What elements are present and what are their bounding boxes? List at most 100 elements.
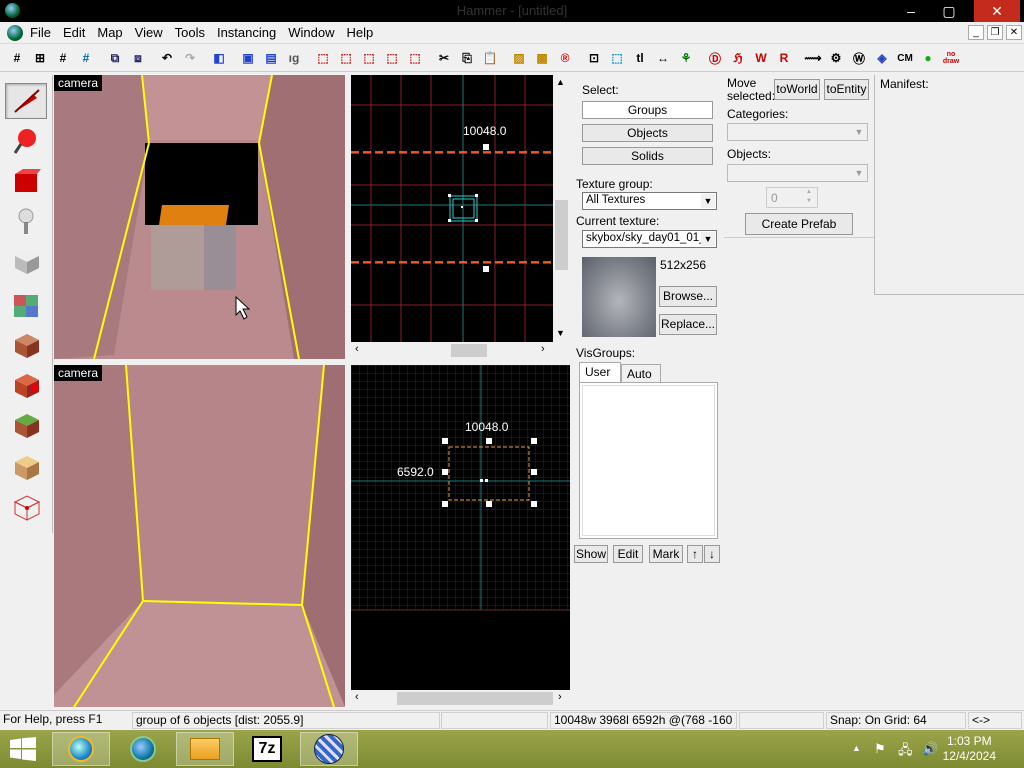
spinner-down-icon[interactable]: ▼ xyxy=(802,198,816,206)
od-icon[interactable]: Ⓓ xyxy=(704,47,726,69)
texture-application-icon[interactable] xyxy=(5,287,47,323)
texture-scale-lock-icon[interactable]: ▩ xyxy=(531,47,553,69)
menu-view[interactable]: View xyxy=(129,22,169,43)
overlay-icon[interactable] xyxy=(5,407,47,443)
radius-icon[interactable]: ® xyxy=(554,47,576,69)
show-hidden-icons-icon[interactable]: ▲ xyxy=(852,743,861,753)
cut-icon[interactable]: ✂ xyxy=(433,47,455,69)
graph-icon[interactable]: ⟿ xyxy=(802,47,824,69)
objects-select[interactable]: ▼ xyxy=(727,164,868,182)
group-icon[interactable]: ⧉ xyxy=(104,47,126,69)
groups-button[interactable]: Groups xyxy=(582,101,713,119)
objects-button[interactable]: Objects xyxy=(582,124,713,142)
ww-icon[interactable]: Ⓦ xyxy=(848,47,870,69)
paste-icon[interactable]: 📋 xyxy=(479,47,501,69)
mdi-minimize-button[interactable]: _ xyxy=(968,25,984,40)
chrome-icon[interactable] xyxy=(114,732,172,766)
select-groups-icon[interactable]: ▣ xyxy=(237,47,259,69)
menu-instancing[interactable]: Instancing xyxy=(211,22,282,43)
count-spinner[interactable]: 0 ▲ ▼ xyxy=(766,187,818,208)
categories-select[interactable]: ▼ xyxy=(727,123,868,141)
top-2d-viewport[interactable]: 10048.0 xyxy=(351,75,553,342)
menu-file[interactable]: File xyxy=(24,22,57,43)
close-button[interactable]: ✕ xyxy=(974,0,1020,22)
to-entity-button[interactable]: toEntity xyxy=(824,79,869,100)
clipping-tool-icon[interactable] xyxy=(5,449,47,485)
selection-tool-icon[interactable] xyxy=(5,83,47,119)
select-solids-icon[interactable]: ıg xyxy=(283,47,305,69)
decal-icon[interactable] xyxy=(5,367,47,403)
spinner-up-icon[interactable]: ▲ xyxy=(802,189,816,197)
menu-edit[interactable]: Edit xyxy=(57,22,91,43)
start-icon[interactable] xyxy=(0,732,46,766)
texture-lock-icon[interactable]: ▨ xyxy=(508,47,530,69)
grid-add-icon[interactable]: # xyxy=(75,47,97,69)
camera-viewport-bottom[interactable]: camera xyxy=(54,365,345,707)
grid-large-icon[interactable]: # xyxy=(52,47,74,69)
texture-group-select[interactable]: All Textures ▼ xyxy=(582,192,717,210)
horizontal-scrollbar[interactable]: ‹ › xyxy=(351,342,553,359)
edit-button[interactable]: Edit xyxy=(613,545,643,563)
select-objects-icon[interactable]: ▤ xyxy=(260,47,282,69)
tab-auto[interactable]: Auto xyxy=(621,364,661,382)
browse-button[interactable]: Browse... xyxy=(659,286,717,307)
cube-icon[interactable]: ◈ xyxy=(871,47,893,69)
vertex-icon[interactable]: ⚘ xyxy=(675,47,697,69)
grid-icon[interactable]: # xyxy=(6,47,28,69)
solids-button[interactable]: Solids xyxy=(582,147,713,165)
menu-window[interactable]: Window xyxy=(282,22,340,43)
internet-explorer-icon[interactable] xyxy=(52,732,110,766)
visgroup-icon[interactable]: ⬚ xyxy=(404,47,426,69)
7zip-icon[interactable]: 7z xyxy=(238,732,296,766)
hide-icon[interactable]: ⬚ xyxy=(312,47,334,69)
horizontal-scrollbar[interactable]: ‹ › xyxy=(351,690,570,707)
move-down-button[interactable]: ↓ xyxy=(704,545,720,563)
ungroup-icon[interactable]: ⧈ xyxy=(127,47,149,69)
current-texture-select[interactable]: skybox/sky_day01_01_ ▼ xyxy=(582,230,717,248)
visgroups-list[interactable] xyxy=(579,382,718,539)
toggle-visible-icon[interactable]: ⬚ xyxy=(381,47,403,69)
carve-icon[interactable]: ◧ xyxy=(208,47,230,69)
block-tool-icon[interactable] xyxy=(5,243,47,279)
redo-icon[interactable]: ↷ xyxy=(179,47,201,69)
selection-box-icon[interactable]: ⊡ xyxy=(583,47,605,69)
apply-texture-icon[interactable] xyxy=(5,327,47,363)
globe-icon[interactable]: ● xyxy=(917,47,939,69)
arrows-icon[interactable]: ↔ xyxy=(652,47,674,69)
magnify-tool-icon[interactable] xyxy=(5,123,47,159)
mark-button[interactable]: Mark xyxy=(649,545,683,563)
scroll-thumb[interactable] xyxy=(397,692,553,705)
vertex-tool-icon[interactable] xyxy=(5,489,47,525)
replace-button[interactable]: Replace... xyxy=(659,314,717,335)
network-icon[interactable]: 🖧 xyxy=(898,741,913,763)
front-2d-viewport[interactable]: 10048.0 6592.0 xyxy=(351,365,570,690)
w-icon[interactable]: W xyxy=(750,47,772,69)
document-icon[interactable] xyxy=(7,25,23,41)
scroll-thumb[interactable] xyxy=(555,200,568,270)
cm-icon[interactable]: CM xyxy=(894,47,916,69)
vertical-scrollbar[interactable]: ▲ ▼ xyxy=(553,75,570,342)
volume-icon[interactable]: 🔊 xyxy=(922,741,938,757)
tab-user[interactable]: User xyxy=(579,362,621,382)
show-icon[interactable]: ⬚ xyxy=(358,47,380,69)
move-up-button[interactable]: ↑ xyxy=(687,545,703,563)
undo-icon[interactable]: ↶ xyxy=(156,47,178,69)
r-icon[interactable]: R xyxy=(773,47,795,69)
file-explorer-icon[interactable] xyxy=(176,732,234,766)
gear-icon[interactable]: ⚙ xyxy=(825,47,847,69)
mdi-restore-button[interactable]: ❐ xyxy=(987,25,1003,40)
no-draw-icon[interactable]: no draw xyxy=(940,47,962,69)
camera-tool-icon[interactable] xyxy=(5,163,47,199)
hide-unselected-icon[interactable]: ⬚ xyxy=(335,47,357,69)
h-icon[interactable]: ℌ xyxy=(727,47,749,69)
create-prefab-button[interactable]: Create Prefab xyxy=(745,213,853,235)
show-button[interactable]: Show xyxy=(574,545,608,563)
copy-icon[interactable]: ⎘ xyxy=(456,47,478,69)
entity-tool-icon[interactable] xyxy=(5,203,47,239)
maximize-button[interactable]: ▢ xyxy=(934,0,964,22)
mdi-close-button[interactable]: ✕ xyxy=(1006,25,1022,40)
grid-small-icon[interactable]: ⊞ xyxy=(29,47,51,69)
menu-map[interactable]: Map xyxy=(91,22,128,43)
menu-help[interactable]: Help xyxy=(340,22,379,43)
select-all-icon[interactable]: ⬚ xyxy=(606,47,628,69)
